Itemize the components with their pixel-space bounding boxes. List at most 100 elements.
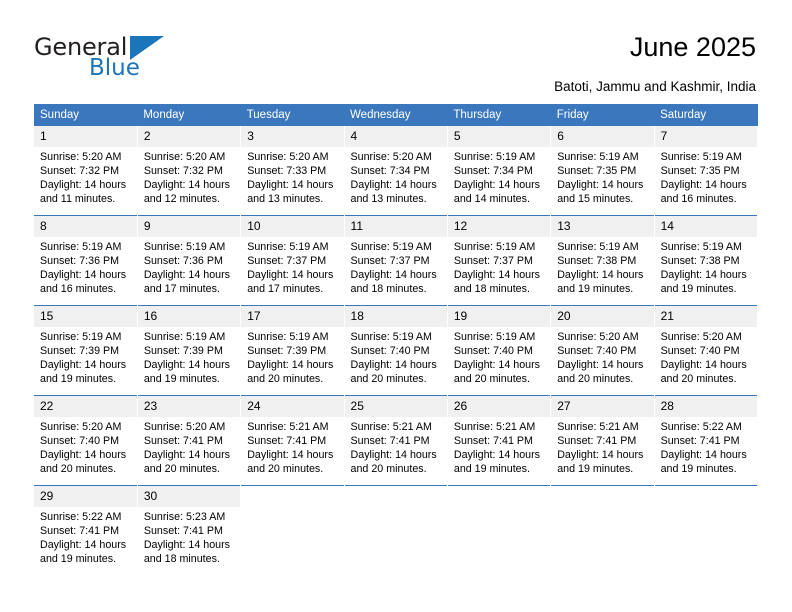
daylight-text-line1: Daylight: 14 hours bbox=[660, 269, 747, 282]
day-cell[interactable]: 6 Sunrise: 5:19 AM Sunset: 7:35 PM Dayli… bbox=[550, 126, 655, 216]
daylight-text-line2: and 20 minutes. bbox=[350, 373, 427, 386]
weekday-header-saturday: Saturday bbox=[654, 104, 758, 126]
daylight-text-line1: Daylight: 14 hours bbox=[453, 179, 541, 192]
daylight-text-line2: and 19 minutes. bbox=[143, 373, 220, 386]
day-cell[interactable]: 30 Sunrise: 5:23 AM Sunset: 7:41 PM Dayl… bbox=[137, 485, 242, 575]
day-cell[interactable]: 15 Sunrise: 5:19 AM Sunset: 7:39 PM Dayl… bbox=[34, 305, 138, 396]
sunrise-text: Sunrise: 5:20 AM bbox=[40, 421, 122, 433]
sunrise-text: Sunrise: 5:19 AM bbox=[453, 331, 536, 343]
day-cell[interactable]: 14 Sunrise: 5:19 AM Sunset: 7:38 PM Dayl… bbox=[654, 215, 759, 306]
day-info: Sunrise: 5:21 AM Sunset: 7:41 PM Dayligh… bbox=[448, 417, 550, 476]
sunrise-text: Sunrise: 5:19 AM bbox=[453, 241, 536, 253]
day-info: Sunrise: 5:19 AM Sunset: 7:36 PM Dayligh… bbox=[34, 237, 137, 296]
day-cell[interactable]: 9 Sunrise: 5:19 AM Sunset: 7:36 PM Dayli… bbox=[137, 215, 242, 306]
sunset-text: Sunset: 7:33 PM bbox=[247, 165, 327, 178]
day-info: Sunrise: 5:19 AM Sunset: 7:36 PM Dayligh… bbox=[138, 237, 240, 296]
day-cell[interactable]: 1 Sunrise: 5:20 AM Sunset: 7:32 PM Dayli… bbox=[34, 126, 138, 216]
daylight-text-line1: Daylight: 14 hours bbox=[143, 449, 230, 462]
sunrise-text: Sunrise: 5:19 AM bbox=[350, 331, 432, 343]
day-cell[interactable]: 8 Sunrise: 5:19 AM Sunset: 7:36 PM Dayli… bbox=[34, 215, 138, 306]
day-info: Sunrise: 5:20 AM Sunset: 7:32 PM Dayligh… bbox=[138, 147, 240, 206]
day-cell[interactable]: 2 Sunrise: 5:20 AM Sunset: 7:32 PM Dayli… bbox=[137, 126, 242, 216]
daylight-text-line1: Daylight: 14 hours bbox=[40, 269, 127, 282]
day-cell[interactable]: 10 Sunrise: 5:19 AM Sunset: 7:37 PM Dayl… bbox=[240, 215, 345, 306]
day-number: 19 bbox=[447, 306, 551, 327]
day-cell[interactable]: 24 Sunrise: 5:21 AM Sunset: 7:41 PM Dayl… bbox=[240, 395, 345, 486]
daylight-text-line2: and 19 minutes. bbox=[660, 463, 737, 476]
day-cell[interactable]: 16 Sunrise: 5:19 AM Sunset: 7:39 PM Dayl… bbox=[137, 305, 242, 396]
daylight-text-line2: and 20 minutes. bbox=[247, 373, 324, 386]
daylight-text-line1: Daylight: 14 hours bbox=[660, 359, 747, 372]
day-number: 16 bbox=[137, 306, 241, 327]
daylight-text-line1: Daylight: 14 hours bbox=[557, 269, 644, 282]
daylight-text-line2: and 15 minutes. bbox=[557, 193, 634, 206]
day-cell[interactable]: 20 Sunrise: 5:20 AM Sunset: 7:40 PM Dayl… bbox=[550, 305, 655, 396]
page-subtitle: Batoti, Jammu and Kashmir, India bbox=[554, 79, 756, 94]
sunset-text: Sunset: 7:40 PM bbox=[660, 345, 740, 358]
day-cell[interactable]: 27 Sunrise: 5:21 AM Sunset: 7:41 PM Dayl… bbox=[550, 395, 655, 486]
logo-word-blue: Blue bbox=[89, 55, 140, 81]
daylight-text-line2: and 12 minutes. bbox=[143, 193, 220, 206]
daylight-text-line2: and 19 minutes. bbox=[40, 373, 117, 386]
weekday-header-wednesday: Wednesday bbox=[344, 104, 448, 126]
daylight-text-line1: Daylight: 14 hours bbox=[350, 269, 437, 282]
day-cell[interactable]: 13 Sunrise: 5:19 AM Sunset: 7:38 PM Dayl… bbox=[550, 215, 655, 306]
day-number: 27 bbox=[551, 396, 654, 417]
sunrise-text: Sunrise: 5:21 AM bbox=[247, 421, 329, 433]
day-cell[interactable]: 28 Sunrise: 5:22 AM Sunset: 7:41 PM Dayl… bbox=[654, 395, 759, 486]
day-number: 29 bbox=[34, 486, 137, 507]
day-number: 2 bbox=[137, 126, 241, 147]
day-cell[interactable]: 23 Sunrise: 5:20 AM Sunset: 7:41 PM Dayl… bbox=[137, 395, 242, 486]
day-cell[interactable]: 22 Sunrise: 5:20 AM Sunset: 7:40 PM Dayl… bbox=[34, 395, 138, 486]
sunrise-text: Sunrise: 5:19 AM bbox=[453, 151, 536, 163]
daylight-text-line1: Daylight: 14 hours bbox=[247, 449, 334, 462]
day-cell[interactable]: 4 Sunrise: 5:20 AM Sunset: 7:34 PM Dayli… bbox=[344, 126, 448, 216]
page-title: June 2025 bbox=[629, 32, 756, 62]
day-cell[interactable]: 29 Sunrise: 5:22 AM Sunset: 7:41 PM Dayl… bbox=[34, 485, 138, 575]
sunrise-text: Sunrise: 5:19 AM bbox=[40, 241, 122, 253]
day-number: 15 bbox=[34, 306, 137, 327]
day-cell-empty bbox=[550, 485, 655, 575]
day-info: Sunrise: 5:19 AM Sunset: 7:37 PM Dayligh… bbox=[241, 237, 343, 296]
sunset-text: Sunset: 7:36 PM bbox=[40, 255, 120, 268]
sunset-text: Sunset: 7:38 PM bbox=[557, 255, 637, 268]
sunset-text: Sunset: 7:34 PM bbox=[453, 165, 533, 178]
daylight-text-line2: and 20 minutes. bbox=[40, 463, 117, 476]
sunset-text: Sunset: 7:32 PM bbox=[143, 165, 223, 178]
day-cell[interactable]: 18 Sunrise: 5:19 AM Sunset: 7:40 PM Dayl… bbox=[344, 305, 448, 396]
sunrise-text: Sunrise: 5:23 AM bbox=[143, 511, 226, 523]
daylight-text-line2: and 13 minutes. bbox=[247, 193, 324, 206]
day-info: Sunrise: 5:23 AM Sunset: 7:41 PM Dayligh… bbox=[138, 507, 240, 566]
daylight-text-line1: Daylight: 14 hours bbox=[453, 449, 541, 462]
daylight-text-line1: Daylight: 14 hours bbox=[557, 449, 644, 462]
day-number: 8 bbox=[34, 216, 137, 237]
day-cell[interactable]: 11 Sunrise: 5:19 AM Sunset: 7:37 PM Dayl… bbox=[344, 215, 448, 306]
sunrise-text: Sunrise: 5:19 AM bbox=[247, 331, 329, 343]
sunrise-text: Sunrise: 5:19 AM bbox=[350, 241, 432, 253]
daylight-text-line2: and 20 minutes. bbox=[453, 373, 530, 386]
day-info: Sunrise: 5:19 AM Sunset: 7:39 PM Dayligh… bbox=[241, 327, 343, 386]
day-cell[interactable]: 3 Sunrise: 5:20 AM Sunset: 7:33 PM Dayli… bbox=[240, 126, 345, 216]
day-cell[interactable]: 17 Sunrise: 5:19 AM Sunset: 7:39 PM Dayl… bbox=[240, 305, 345, 396]
day-cell[interactable]: 5 Sunrise: 5:19 AM Sunset: 7:34 PM Dayli… bbox=[447, 126, 552, 216]
day-cell[interactable]: 25 Sunrise: 5:21 AM Sunset: 7:41 PM Dayl… bbox=[344, 395, 448, 486]
daylight-text-line1: Daylight: 14 hours bbox=[40, 359, 127, 372]
daylight-text-line2: and 20 minutes. bbox=[143, 463, 220, 476]
daylight-text-line1: Daylight: 14 hours bbox=[247, 359, 334, 372]
day-cell[interactable]: 26 Sunrise: 5:21 AM Sunset: 7:41 PM Dayl… bbox=[447, 395, 552, 486]
day-cell[interactable]: 7 Sunrise: 5:19 AM Sunset: 7:35 PM Dayli… bbox=[654, 126, 759, 216]
day-cell[interactable]: 19 Sunrise: 5:19 AM Sunset: 7:40 PM Dayl… bbox=[447, 305, 552, 396]
day-cell[interactable]: 12 Sunrise: 5:19 AM Sunset: 7:37 PM Dayl… bbox=[447, 215, 552, 306]
daylight-text-line1: Daylight: 14 hours bbox=[557, 359, 644, 372]
daylight-text-line2: and 18 minutes. bbox=[453, 283, 530, 296]
day-number bbox=[551, 486, 654, 507]
general-blue-logo[interactable]: General Blue bbox=[34, 33, 234, 85]
calendar-week-2: 8 Sunrise: 5:19 AM Sunset: 7:36 PM Dayli… bbox=[34, 215, 759, 306]
day-cell[interactable]: 21 Sunrise: 5:20 AM Sunset: 7:40 PM Dayl… bbox=[654, 305, 759, 396]
sunrise-text: Sunrise: 5:21 AM bbox=[350, 421, 432, 433]
day-number bbox=[344, 486, 447, 507]
day-number: 17 bbox=[241, 306, 344, 327]
weekday-header-row: Sunday Monday Tuesday Wednesday Thursday… bbox=[34, 104, 758, 126]
day-info: Sunrise: 5:19 AM Sunset: 7:37 PM Dayligh… bbox=[345, 237, 447, 296]
day-info: Sunrise: 5:19 AM Sunset: 7:39 PM Dayligh… bbox=[34, 327, 137, 386]
